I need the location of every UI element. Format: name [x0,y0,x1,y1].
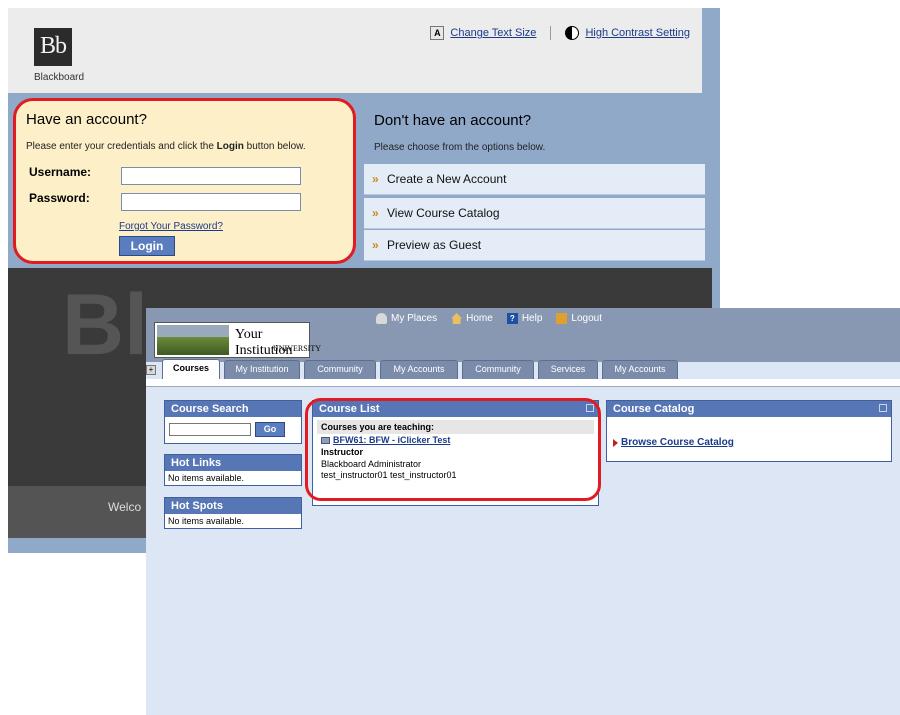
watermark-text: Bl [62,277,148,373]
my-places-link[interactable]: My Places [391,313,437,324]
contrast-icon [565,26,580,40]
login-button[interactable]: Login [119,236,175,256]
brand-name: Blackboard [34,72,85,83]
high-contrast-link[interactable]: High Contrast Setting [585,27,690,39]
chevron-right-icon: » [372,172,379,186]
logout-link[interactable]: Logout [571,313,602,324]
help-link[interactable]: Help [522,313,543,324]
course-catalog-title: Course Catalog [607,401,891,417]
password-input[interactable] [121,193,301,211]
home-link[interactable]: Home [466,313,493,324]
person-icon [376,313,387,324]
arrow-right-icon [613,438,618,447]
username-input[interactable] [121,167,301,185]
hot-spots-body: No items available. [168,516,245,526]
tab-my-accounts[interactable]: My Accounts [380,360,458,379]
create-account-option[interactable]: » Create a New Account [364,164,705,195]
course-search-module: Course Search Go [164,400,302,444]
course-search-title: Course Search [165,401,301,417]
hot-links-module: Hot Links No items available. [164,454,302,486]
browse-catalog-link[interactable]: Browse Course Catalog [613,437,734,448]
institution-logo: Your Institution UNIVERSITY [154,322,321,358]
institution-name: Your Institution [235,327,293,358]
no-account-hint: Please choose from the options below. [374,142,546,153]
course-list-highlight [305,398,601,501]
hot-spots-module: Hot Spots No items available. [164,497,302,529]
logout-icon [556,313,568,324]
help-icon: ? [506,313,518,324]
portal-topbar: Your Institution UNIVERSITY My Places Ho… [146,308,900,362]
collapse-icon[interactable]: + [146,365,156,375]
hot-links-title: Hot Links [165,455,301,471]
hot-spots-title: Hot Spots [165,498,301,514]
campus-image [157,325,229,355]
username-label: Username: [29,165,92,179]
password-label: Password: [29,191,90,205]
portal-window: Your Institution UNIVERSITY My Places Ho… [146,308,900,715]
text-size-icon: A [430,26,445,40]
view-catalog-option[interactable]: » View Course Catalog [364,198,705,229]
chevron-right-icon: » [372,206,379,220]
login-header: Bb Blackboard A Change Text Size High Co… [8,8,702,93]
tab-services[interactable]: Services [538,360,598,379]
preview-guest-option[interactable]: » Preview as Guest [364,230,705,261]
tab-bar: + Courses My Institution Community My Ac… [146,359,900,380]
accessibility-links: A Change Text Size High Contrast Setting [430,26,690,40]
go-button[interactable]: Go [255,422,285,437]
no-account-panel: Don't have an account? Please choose fro… [364,98,705,264]
course-search-input[interactable] [169,423,251,436]
have-account-panel: Have an account? Please enter your crede… [13,98,356,264]
login-hint: Please enter your credentials and click … [26,141,306,152]
institution-sub: UNIVERSITY [273,344,321,353]
course-catalog-module: Course Catalog Browse Course Catalog [606,400,892,462]
divider [550,26,552,40]
tab-my-institution[interactable]: My Institution [224,360,300,379]
tab-community[interactable]: Community [304,360,376,379]
tab-community-2[interactable]: Community [462,360,534,379]
have-account-title: Have an account? [26,111,147,128]
blackboard-logo-icon: Bb [34,28,72,66]
tab-courses[interactable]: Courses [162,359,220,380]
no-account-title: Don't have an account? [374,112,532,129]
change-text-size-link[interactable]: Change Text Size [450,27,536,39]
tab-my-accounts-2[interactable]: My Accounts [602,360,678,379]
tab-underline [146,379,900,387]
top-links: My Places Home ? Help Logout [366,313,602,324]
hot-links-body: No items available. [168,473,245,483]
chevron-right-icon: » [372,238,379,252]
forgot-password-link[interactable]: Forgot Your Password? [119,221,223,232]
welcome-text: Welco [108,500,142,514]
home-icon [451,313,463,324]
minimize-icon[interactable] [879,404,887,412]
